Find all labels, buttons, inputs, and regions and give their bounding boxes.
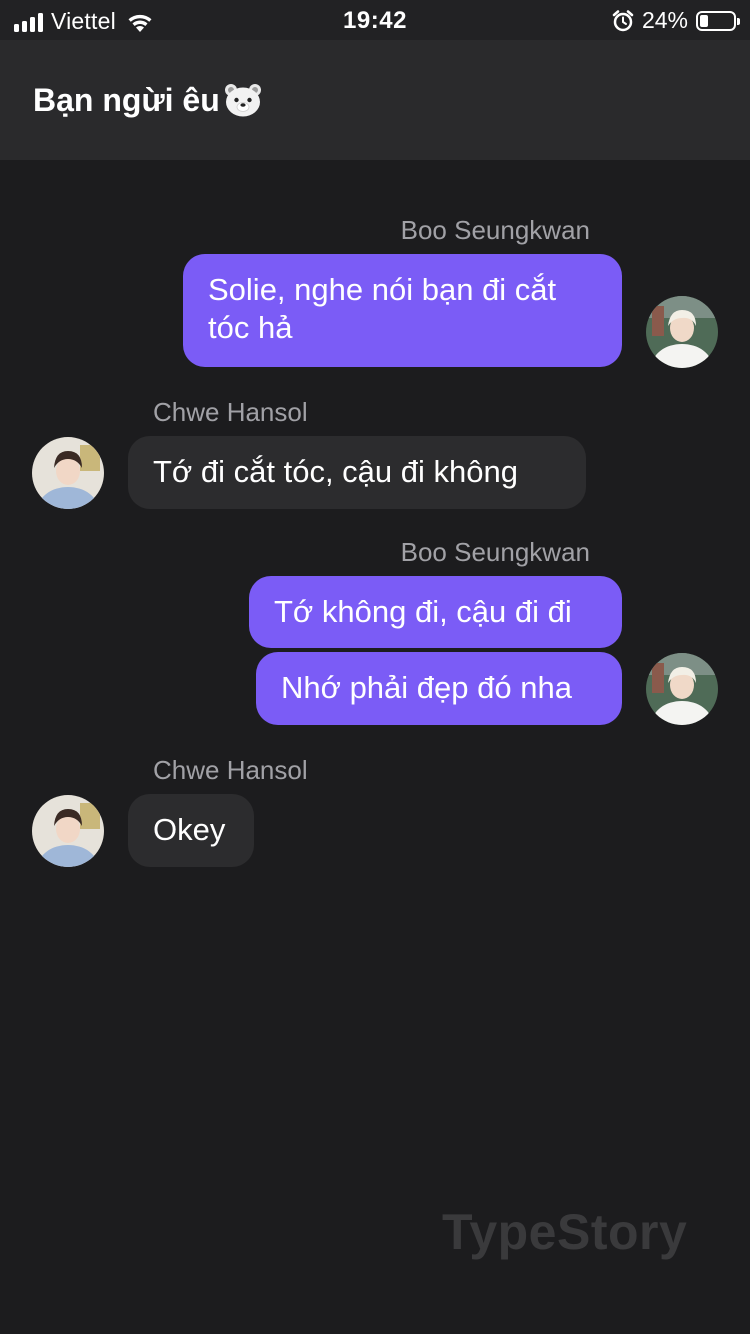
sender-name: Chwe Hansol: [153, 397, 308, 427]
outgoing-message-bubble[interactable]: Tớ không đi, cậu đi đi: [249, 576, 622, 648]
avatar-chwe-hansol[interactable]: [32, 795, 104, 867]
outgoing-message-bubble[interactable]: Nhớ phải đẹp đó nha: [256, 652, 622, 725]
alarm-icon: [612, 9, 634, 31]
incoming-message-bubble[interactable]: Okey: [128, 794, 254, 867]
battery-icon: [696, 10, 740, 31]
chat-title[interactable]: Bạn ngừi êu: [33, 80, 262, 120]
avatar-boo-seungkwan[interactable]: [646, 296, 718, 368]
status-bar: Viettel 19:42 24%: [0, 0, 750, 40]
chat-title-text: Bạn ngừi êu: [33, 82, 220, 118]
outgoing-message-bubble[interactable]: Solie, nghe nói bạn đi cắt tóc hả: [183, 254, 622, 367]
avatar-boo-seungkwan[interactable]: [646, 653, 718, 725]
chat-header: Bạn ngừi êu: [0, 40, 750, 160]
incoming-message-bubble[interactable]: Tớ đi cắt tóc, cậu đi không: [128, 436, 586, 509]
polar-bear-icon: [224, 84, 261, 117]
sender-name: Boo Seungkwan: [400, 215, 590, 245]
sender-name: Chwe Hansol: [153, 755, 308, 785]
typestory-watermark: TypeStory: [442, 1204, 688, 1260]
sender-name: Boo Seungkwan: [400, 537, 590, 567]
avatar-chwe-hansol[interactable]: [32, 437, 104, 509]
battery-percent: 24%: [641, 7, 688, 33]
